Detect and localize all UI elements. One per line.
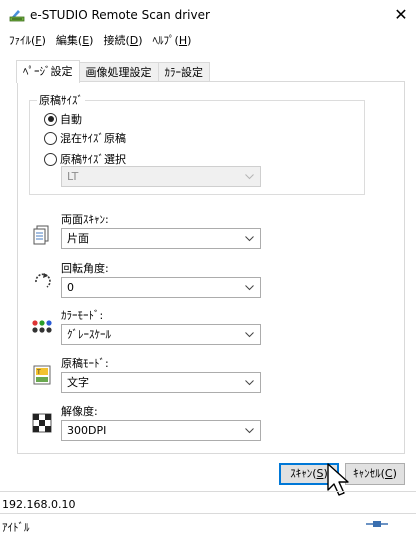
- radio-auto-label: 自動: [60, 113, 82, 126]
- menu-connect[interactable]: 接続(D): [98, 32, 147, 50]
- rotation-label: 回転角度:: [61, 262, 109, 275]
- duplex-value: 片面: [67, 232, 89, 245]
- tab-strip: ﾍﾟｰｼﾞ設定 画像処理設定 ｶﾗｰ設定: [16, 60, 210, 83]
- cancel-button[interactable]: ｷｬﾝｾﾙ(C): [345, 463, 405, 485]
- duplex-label: 両面ｽｷｬﾝ:: [61, 213, 109, 226]
- status-separator: [0, 491, 416, 492]
- menu-bar: ﾌｧｲﾙ(F) 編集(E) 接続(D) ﾍﾙﾌﾟ(H): [0, 32, 416, 50]
- duplex-select[interactable]: 片面: [61, 228, 261, 249]
- radio-mixed-size[interactable]: 混在ｻｲｽﾞ原稿: [44, 130, 126, 146]
- chevron-down-icon: [242, 229, 256, 248]
- radio-circle[interactable]: [44, 152, 57, 166]
- tab-color-settings[interactable]: ｶﾗｰ設定: [157, 62, 210, 82]
- chevron-down-icon: [242, 278, 256, 297]
- rotate-icon: [35, 273, 51, 288]
- original-mode-select[interactable]: 文字: [61, 372, 261, 393]
- close-button[interactable]: ✕: [386, 0, 416, 30]
- radio-select-size-label: 原稿ｻｲｽﾞ選択: [60, 153, 126, 166]
- chevron-down-icon: [242, 373, 256, 392]
- color-mode-select[interactable]: ｸﾞﾚｰｽｹｰﾙ: [61, 324, 261, 345]
- rotation-select[interactable]: 0: [61, 277, 261, 298]
- title-bar: e-STUDIO Remote Scan driver ✕: [0, 0, 416, 30]
- resolution-select[interactable]: 300DPI: [61, 420, 261, 441]
- resolution-icon: [32, 413, 52, 433]
- resolution-value: 300DPI: [67, 424, 107, 437]
- chevron-down-icon: [242, 325, 256, 344]
- color-mode-label: ｶﾗｰﾓｰﾄﾞ:: [61, 309, 104, 322]
- mouse-pointer-icon: [327, 463, 349, 496]
- radio-mixed-size-label: 混在ｻｲｽﾞ原稿: [60, 132, 126, 145]
- original-mode-value: 文字: [67, 376, 89, 389]
- original-mode-label: 原稿ﾓｰﾄﾞ:: [61, 357, 109, 370]
- original-size-value: LT: [67, 170, 79, 183]
- tab-image-processing[interactable]: 画像処理設定: [78, 62, 159, 82]
- original-size-select[interactable]: LT: [61, 166, 261, 187]
- radio-auto[interactable]: 自動: [44, 111, 82, 127]
- radio-circle[interactable]: [44, 112, 57, 126]
- chevron-down-icon: [242, 421, 256, 440]
- original-size-legend: 原稿ｻｲｽﾞ: [37, 92, 85, 108]
- window-title: e-STUDIO Remote Scan driver: [30, 8, 210, 22]
- radio-circle[interactable]: [44, 131, 57, 145]
- duplex-scan-icon: [33, 225, 49, 245]
- menu-help[interactable]: ﾍﾙﾌﾟ(H): [148, 32, 197, 50]
- menu-edit[interactable]: 編集(E): [51, 32, 99, 50]
- tab-page-settings[interactable]: ﾍﾟｰｼﾞ設定: [16, 60, 80, 83]
- radio-select-size[interactable]: 原稿ｻｲｽﾞ選択: [44, 151, 126, 167]
- chevron-down-icon: [242, 167, 256, 186]
- status-separator: [0, 513, 416, 514]
- resolution-label: 解像度:: [61, 405, 98, 418]
- scanner-app-icon: [9, 10, 25, 22]
- menu-file[interactable]: ﾌｧｲﾙ(F): [4, 32, 51, 50]
- color-mode-icon: [32, 320, 52, 333]
- rotation-value: 0: [67, 281, 74, 294]
- connection-plug-icon: [366, 521, 388, 527]
- svg-text:T: T: [36, 369, 41, 376]
- original-mode-icon: T: [33, 365, 51, 385]
- connection-state: ｱｲﾄﾞﾙ: [2, 521, 30, 533]
- ip-address: 192.168.0.10: [2, 498, 76, 511]
- color-mode-value: ｸﾞﾚｰｽｹｰﾙ: [67, 328, 111, 341]
